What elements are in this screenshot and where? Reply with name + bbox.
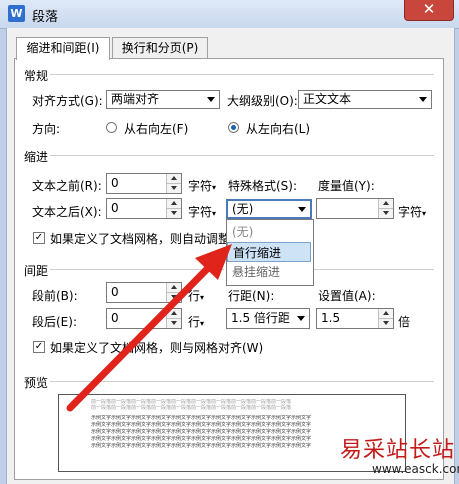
space-after-unit[interactable]: 行▾ [188,313,204,330]
space-after-label: 段后(E): [32,315,77,329]
caret-down-icon: ▾ [200,293,205,302]
direction-ltr-radio[interactable] [228,122,239,133]
dropdown-option[interactable]: 悬挂缩进 [227,262,311,282]
spin-up-icon[interactable] [166,283,181,292]
spin-down-icon[interactable] [166,318,181,328]
setting-value-label: 设置值(A): [318,289,376,303]
divider [314,269,434,270]
direction-ltr-label: 从左向右(L) [246,122,311,136]
watermark-logo: 易采站长站 [340,438,456,463]
close-icon: ✕ [422,0,436,18]
space-after-input[interactable]: 0 [106,308,182,329]
indent-after-unit[interactable]: 字符▾ [188,203,216,220]
spin-down-icon[interactable] [166,183,181,193]
tab-indent-spacing[interactable]: 缩进和间距(I) [16,37,110,60]
spin-down-icon[interactable] [378,208,393,218]
measure-unit[interactable]: 字符▾ [398,203,426,220]
line-spacing-select[interactable]: 1.5 倍行距 [226,308,310,329]
spin-up-icon[interactable] [166,199,181,208]
indent-before-unit[interactable]: 字符▾ [188,177,216,194]
spin-up-icon[interactable] [166,309,181,318]
direction-label: 方向: [32,122,61,136]
chevron-down-icon [419,97,427,102]
spin-up-icon[interactable] [166,174,181,183]
setting-value-input[interactable]: 1.5 [316,308,394,329]
outline-level-label: 大纲级别(O): [227,94,298,108]
direction-rtl-label: 从右向左(F) [124,122,189,136]
special-format-label: 特殊格式(S): [228,179,298,193]
preview-section-title: 预览 [24,376,49,390]
spin-down-icon[interactable] [378,318,393,328]
dropdown-option-first-line[interactable]: 首行缩进 [227,242,311,262]
chevron-down-icon [297,316,305,321]
divider [50,381,434,382]
special-format-dropdown: (无) 首行缩进 悬挂缩进 [226,219,314,286]
preview-prev-paragraph: 前一段落前一段落前一段落前一段落前一段落前一段落前一段落前一段落前一段落前一段落… [91,399,292,411]
indent-before-label: 文本之前(R): [32,179,102,193]
general-section-title: 常规 [24,69,49,83]
title-bar [0,0,459,29]
spacing-grid-checkbox[interactable]: ✓ [33,341,45,353]
spin-down-icon[interactable] [166,208,181,218]
dropdown-option[interactable]: (无) [227,222,311,242]
tab-label: 缩进和间距(I) [26,41,100,55]
alignment-select[interactable]: 两端对齐 [106,90,220,109]
measure-label: 度量值(Y): [318,179,375,193]
spin-up-icon[interactable] [378,199,393,208]
indent-after-input[interactable]: 0 [106,198,182,219]
indent-before-input[interactable]: 0 [106,173,182,194]
caret-down-icon: ▾ [212,183,217,192]
divider [50,74,434,75]
setting-value-unit: 倍 [398,315,411,329]
caret-down-icon: ▾ [422,209,427,218]
outline-level-select[interactable]: 正文文本 [298,90,432,109]
space-before-label: 段前(B): [32,289,78,303]
line-spacing-label: 行距(N): [228,289,275,303]
close-button[interactable]: ✕ [404,0,454,21]
alignment-label: 对齐方式(G): [32,94,103,108]
divider [50,155,434,156]
measure-input[interactable] [316,198,394,219]
tab-label: 换行和分页(P) [121,41,199,55]
spin-down-icon[interactable] [166,292,181,302]
spin-up-icon[interactable] [378,309,393,318]
watermark-url: www.easck.com [372,462,459,476]
indent-grid-label: 如果定义了文档网格，则自动调整 [50,232,226,246]
tab-line-page-breaks[interactable]: 换行和分页(P) [112,37,208,59]
special-format-select[interactable]: (无) [226,199,312,219]
wps-writer-icon: W [8,5,25,22]
indent-after-label: 文本之后(X): [32,205,102,219]
window-title: 段落 [32,10,59,25]
indent-section-title: 缩进 [24,150,49,164]
divider [50,269,224,270]
caret-down-icon: ▾ [200,319,205,328]
caret-down-icon: ▾ [212,209,217,218]
space-before-unit[interactable]: 行▾ [188,287,204,304]
spacing-grid-label: 如果定义了文档网格，则与网格对齐(W) [50,341,264,355]
indent-grid-checkbox[interactable]: ✓ [33,232,45,244]
chevron-down-icon [207,97,215,102]
chevron-down-icon [298,207,306,212]
direction-rtl-radio[interactable] [106,122,117,133]
spacing-section-title: 间距 [24,264,49,278]
space-before-input[interactable]: 0 [106,282,182,303]
